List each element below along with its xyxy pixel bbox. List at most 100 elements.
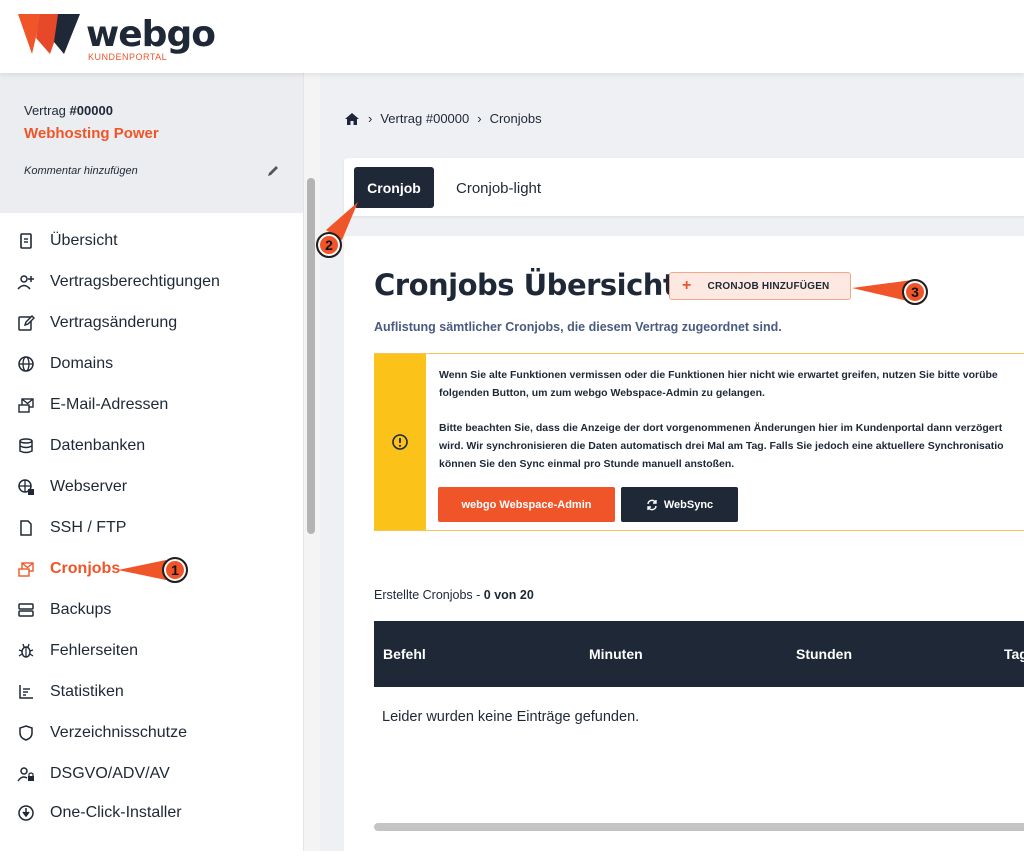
notice-line: Bitte beachten Sie, dass die Anzeige der…: [439, 422, 1003, 434]
sidebar-item-fehlerseiten[interactable]: Fehlerseiten: [0, 631, 300, 671]
sidebar-item-label: Fehlerseiten: [50, 642, 139, 659]
sidebar-item-backups[interactable]: Backups: [0, 590, 300, 630]
count-label: Erstellte Cronjobs -: [374, 588, 481, 602]
sidebar-item-datenbanken[interactable]: Datenbanken: [0, 426, 300, 466]
database-icon: [19, 438, 33, 454]
count-value: 0 von 20: [483, 588, 534, 602]
sidebar-item-label: Vertragsänderung: [50, 314, 178, 331]
document-icon: [20, 233, 32, 249]
column-header-befehl[interactable]: Befehl: [383, 646, 426, 662]
sidebar-item-label: E-Mail-Adressen: [50, 396, 169, 413]
sidebar-item-email[interactable]: E-Mail-Adressen: [0, 385, 300, 425]
sidebar-scroll-thumb[interactable]: [307, 178, 315, 534]
sidebar-item-label: One-Click-Installer: [50, 804, 182, 821]
page-subtitle: Auflistung sämtlicher Cronjobs, die dies…: [374, 320, 782, 334]
home-icon[interactable]: [344, 112, 360, 126]
sidebar-item-verzeichnisschutze[interactable]: Verzeichnisschutze: [0, 713, 300, 753]
breadcrumb: › Vertrag #00000 › Cronjobs: [344, 111, 542, 126]
sidebar-item-label: SSH / FTP: [50, 519, 127, 536]
sidebar-item-label: Cronjobs: [50, 560, 121, 577]
sidebar-item-dsgvo[interactable]: DSGVO/ADV/AV: [0, 754, 300, 794]
empty-table-message: Leider wurden keine Einträge gefunden.: [382, 709, 640, 725]
notice-line: Wenn Sie alte Funktionen vermissen oder …: [439, 369, 998, 381]
sidebar-item-ssh-ftp[interactable]: SSH / FTP: [0, 508, 300, 548]
file-icon: [20, 520, 32, 536]
callout-badge-1: 1: [162, 557, 188, 583]
user-lock-icon: [17, 767, 34, 782]
tab-cronjob[interactable]: Cronjob: [354, 167, 434, 208]
sidebar-item-label: DSGVO/ADV/AV: [50, 765, 170, 782]
top-bar: webgo KUNDENPORTAL: [0, 0, 1024, 73]
notice-strip: [374, 354, 426, 530]
sidebar-item-webserver[interactable]: Webserver: [0, 467, 300, 507]
webgo-logo[interactable]: webgo KUNDENPORTAL: [18, 12, 216, 62]
globe-icon: [18, 356, 34, 372]
column-header-minuten[interactable]: Minuten: [589, 646, 643, 662]
logo-mark-icon: [18, 14, 80, 54]
websync-label: WebSync: [663, 498, 714, 511]
contract-info: Vertrag #00000 Webhosting Power Kommenta…: [0, 73, 303, 213]
sidebar-item-uebersicht[interactable]: Übersicht: [0, 221, 300, 261]
contract-label: Vertrag: [24, 103, 66, 118]
column-header-stunden[interactable]: Stunden: [796, 646, 852, 662]
callout-badge-2: 2: [316, 232, 342, 258]
contract-number-line: Vertrag #00000: [24, 103, 113, 118]
cronjobs-panel: Cronjobs Übersicht + CRONJOB HINZUFÜGEN …: [344, 236, 1024, 856]
notice-line: können Sie den Sync einmal pro Stunde ma…: [439, 458, 735, 470]
notice-text: Wenn Sie alte Funktionen vermissen oder …: [439, 366, 1024, 473]
shield-icon: [19, 725, 33, 741]
cronjob-icon: [18, 562, 34, 577]
table-horizontal-scrollbar[interactable]: [374, 823, 1024, 831]
sidebar-item-label: Backups: [50, 601, 112, 618]
breadcrumb-current: Cronjobs: [489, 111, 542, 126]
edit-icon: [18, 315, 35, 331]
column-header-tag[interactable]: Tag: [1004, 646, 1024, 662]
sidebar-item-label: Übersicht: [50, 232, 118, 249]
sidebar-item-label: Statistiken: [50, 683, 124, 700]
bug-icon: [18, 643, 34, 658]
chevron-right-icon: ›: [368, 111, 373, 126]
sidebar: Vertrag #00000 Webhosting Power Kommenta…: [0, 73, 303, 851]
callout-badge-3: 3: [902, 279, 928, 305]
add-cronjob-button[interactable]: + CRONJOB HINZUFÜGEN: [669, 272, 851, 300]
sidebar-item-label: Domains: [50, 355, 114, 372]
webspace-admin-button[interactable]: webgo Webspace-Admin: [438, 487, 615, 522]
sidebar-item-label: Webserver: [50, 478, 128, 495]
user-add-icon: [17, 275, 34, 290]
download-icon: [18, 805, 34, 821]
sidebar-item-label: Vertragsberechtigungen: [50, 273, 220, 290]
notice-line: wird. Wir synchronisieren die Daten auto…: [439, 440, 1004, 452]
notice-line: folgenden Button, um zum webgo Webspace-…: [439, 387, 765, 399]
sidebar-item-one-click-installer[interactable]: One-Click-Installer: [0, 793, 300, 833]
info-notice: Wenn Sie alte Funktionen vermissen oder …: [374, 353, 1024, 531]
brand-name: webgo: [86, 14, 216, 55]
pencil-icon[interactable]: [266, 164, 280, 178]
backup-icon: [18, 603, 34, 617]
cronjob-count: Erstellte Cronjobs - 0 von 20: [374, 588, 534, 602]
sidebar-item-statistiken[interactable]: Statistiken: [0, 672, 300, 712]
chart-icon: [19, 685, 33, 699]
chevron-right-icon: ›: [477, 111, 482, 126]
callout-arrow-1: [118, 560, 166, 580]
mail-icon: [18, 398, 34, 413]
websync-button[interactable]: WebSync: [621, 487, 738, 522]
contract-number: #00000: [69, 103, 113, 118]
sidebar-item-label: Verzeichnisschutze: [50, 724, 187, 741]
plus-icon: +: [682, 277, 692, 294]
warning-circle-icon: [392, 434, 408, 450]
sidebar-item-vertragsberechtigungen[interactable]: Vertragsberechtigungen: [0, 262, 300, 302]
webserver-icon: [18, 479, 34, 495]
brand-subtitle: KUNDENPORTAL: [88, 52, 168, 62]
tab-bar: Cronjob Cronjob-light: [344, 158, 1024, 216]
comment-link[interactable]: Kommentar hinzufügen: [24, 165, 138, 177]
table-header: Befehl Minuten Stunden Tag: [374, 621, 1024, 687]
contract-name: Webhosting Power: [24, 125, 159, 142]
breadcrumb-contract[interactable]: Vertrag #00000: [380, 111, 469, 126]
sidebar-item-vertragsaenderung[interactable]: Vertragsänderung: [0, 303, 300, 343]
add-cronjob-label: CRONJOB HINZUFÜGEN: [707, 280, 830, 292]
sidebar-item-domains[interactable]: Domains: [0, 344, 300, 384]
sync-icon: [647, 499, 657, 510]
page-title: Cronjobs Übersicht: [374, 268, 677, 302]
sidebar-item-label: Datenbanken: [50, 437, 146, 454]
tab-cronjob-light[interactable]: Cronjob-light: [456, 180, 541, 197]
